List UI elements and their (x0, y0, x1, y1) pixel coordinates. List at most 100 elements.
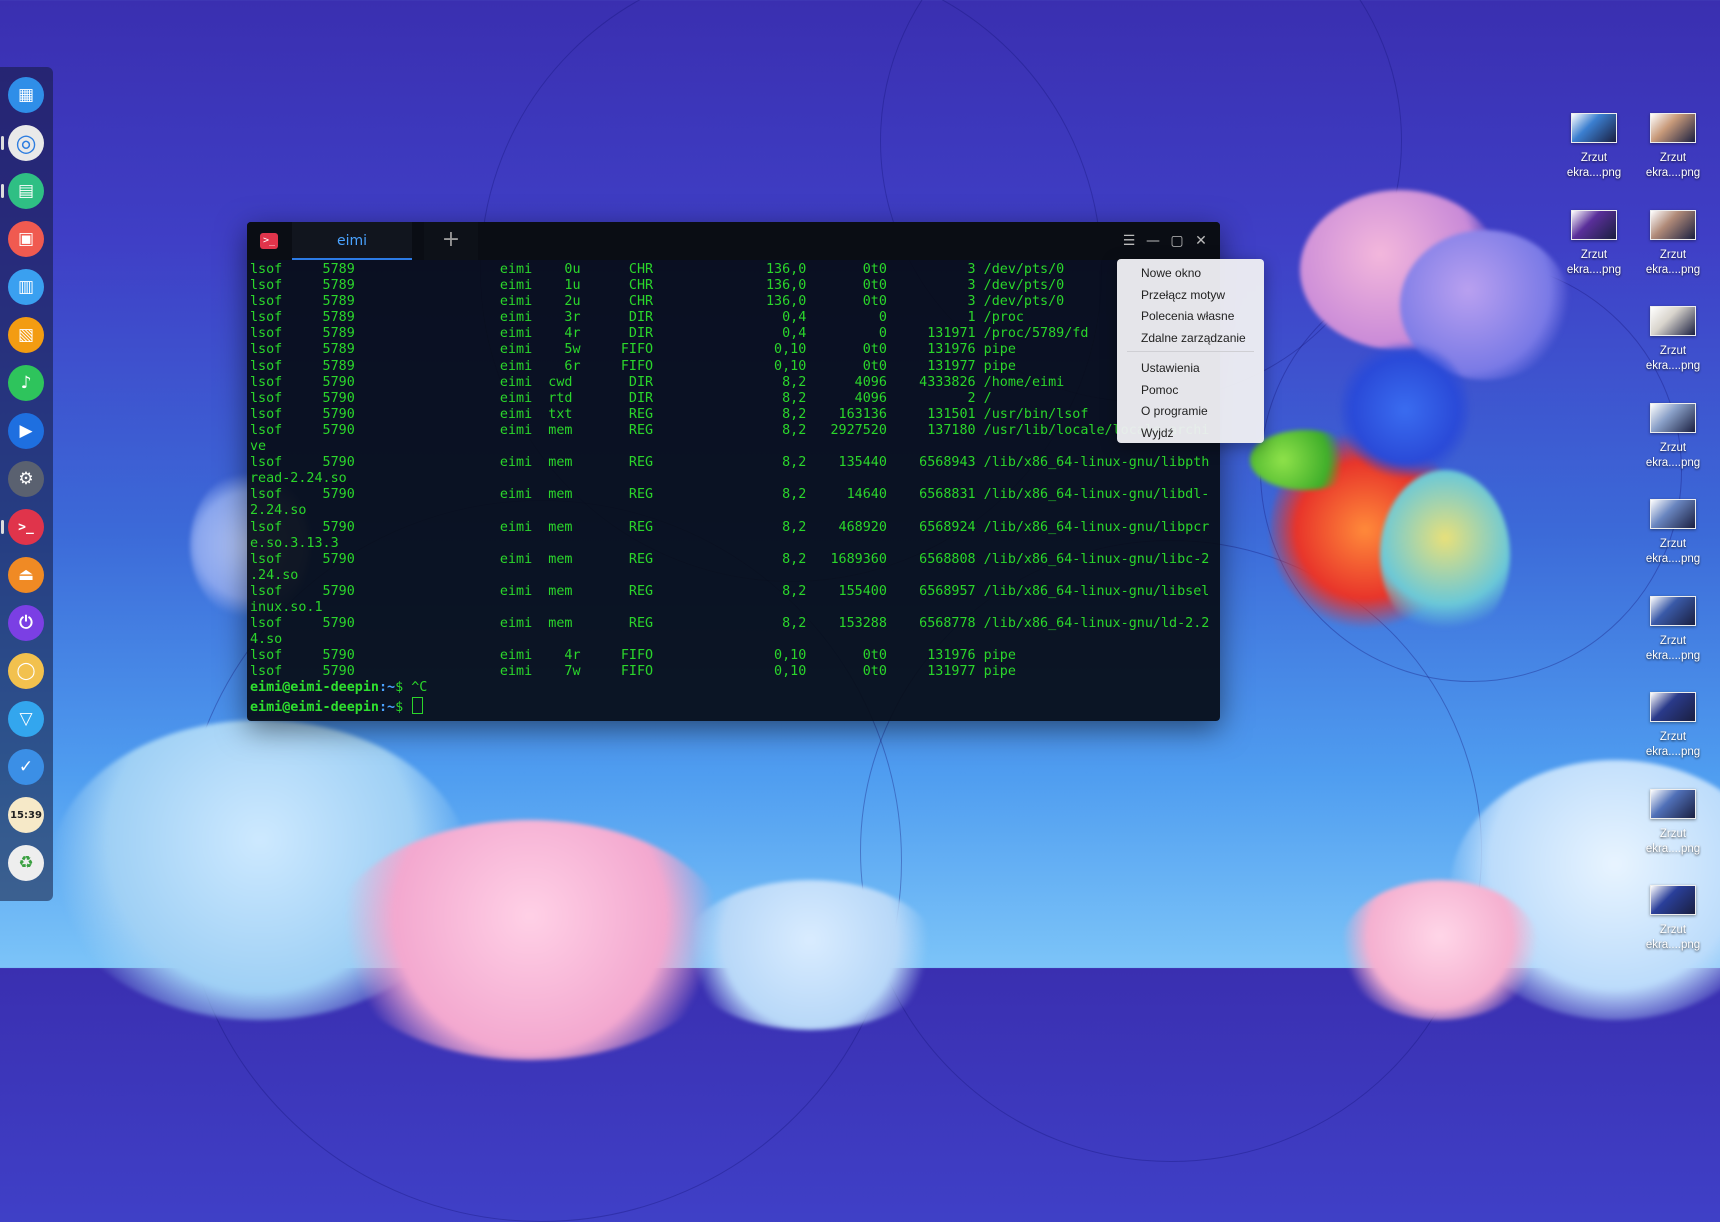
file-name-line2: ekra....png (1645, 649, 1701, 662)
desktop-file-label: Zrzut ekra....png (1633, 537, 1713, 567)
settings-icon[interactable]: ⚙ (8, 461, 44, 497)
menu-item-zdalne-zarządzanie[interactable]: Zdalne zarządzanie (1141, 328, 1246, 348)
image-thumbnail-icon (1650, 499, 1696, 529)
file-name-line1: Zrzut (1659, 924, 1687, 936)
desktop-file-icon[interactable]: Zrzut ekra....png (1633, 113, 1713, 181)
prompt-path: :~ (379, 699, 396, 715)
image-thumbnail-icon (1650, 595, 1696, 626)
terminal-line: lsof 5790 eimi mem REG 8,2 1689360 65688… (250, 551, 1210, 567)
terminal-line: lsof 5790 eimi rtd DIR 8,2 4096 2 / (250, 390, 992, 406)
menu-item-o-programie[interactable]: O programie (1141, 401, 1208, 421)
terminal-line: inux.so.1 (250, 599, 323, 615)
clock-icon[interactable]: 15:39 (8, 797, 44, 833)
music-icon[interactable]: ♪ (8, 365, 44, 401)
image-thumbnail-icon (1650, 885, 1696, 915)
menu-icon[interactable]: ☰ (1119, 231, 1139, 251)
file-name-line1: Zrzut (1659, 345, 1687, 357)
store-icon[interactable]: ▧ (8, 317, 44, 353)
terminal-line: lsof 5790 eimi txt REG 8,2 163136 131501… (250, 406, 1089, 422)
tab-eimi[interactable]: eimi (292, 222, 412, 260)
terminal-line: lsof 5790 eimi 4r FIFO 0,10 0t0 131976 p… (250, 648, 1016, 664)
terminal-titlebar[interactable]: >_ eimi + ☰ — ▢ ✕ (247, 222, 1220, 260)
menu-separator (1127, 351, 1254, 352)
screen-recorder-icon[interactable]: ▣ (8, 221, 44, 257)
desktop-file-icon[interactable]: Zrzut ekra....png (1633, 788, 1713, 857)
trash-icon[interactable]: ♻ (8, 845, 44, 881)
file-name-line2: ekra....png (1645, 456, 1701, 469)
file-name-line1: Zrzut (1659, 441, 1687, 454)
desktop-file-icon[interactable]: Zrzut ekra....png (1633, 306, 1713, 374)
terminal-line: 4.so (250, 632, 283, 648)
terminal-line: lsof 5790 eimi mem REG 8,2 468920 656892… (250, 519, 1210, 535)
prompt-input[interactable]: ^C (411, 680, 427, 695)
menu-item-ustawienia[interactable]: Ustawienia (1141, 358, 1200, 378)
app-store-icon[interactable]: ▥ (8, 269, 44, 305)
terminal-line: lsof 5789 eimi 0u CHR 136,0 0t0 3 /dev/p… (250, 262, 1065, 277)
menu-item-pomoc[interactable]: Pomoc (1141, 380, 1178, 400)
task-manager-icon[interactable]: ✓ (8, 749, 44, 785)
minimize-button[interactable]: — (1143, 231, 1163, 251)
terminal-line: lsof 5789 eimi 5w FIFO 0,10 0t0 131976 p… (250, 342, 1016, 358)
desktop-file-label: Zrzut ekra....png (1633, 923, 1713, 953)
menu-item-polecenia-własne[interactable]: Polecenia własne (1141, 306, 1234, 326)
image-thumbnail-icon (1650, 113, 1696, 143)
terminal-line: lsof 5790 eimi 7w FIFO 0,10 0t0 131977 p… (250, 664, 1016, 680)
desktop-file-icon[interactable]: Zrzut ekra....png (1633, 885, 1713, 953)
chrome-icon[interactable]: ◎ (8, 125, 44, 161)
desktop-file-label: Zrzut ekra....png (1554, 151, 1634, 181)
terminal-logo-icon: >_ (260, 233, 278, 249)
file-name-line1: Zrzut (1659, 152, 1687, 164)
desktop-file-icon[interactable]: Zrzut ekra....png (1554, 113, 1634, 181)
add-tab-button[interactable]: + (424, 222, 478, 260)
terminal-prompt: eimi@eimi-deepin:~$ (250, 696, 1215, 715)
file-name-line1: Zrzut (1659, 538, 1687, 550)
running-indicator (1, 184, 4, 198)
menu-item-wyjdź[interactable]: Wyjdź (1141, 423, 1174, 443)
launcher-icon[interactable]: ▦ (8, 77, 44, 113)
terminal-line: 2.24.so (250, 503, 307, 519)
file-name-line2: ekra....png (1645, 746, 1701, 758)
desktop-file-icon[interactable]: Zrzut ekra....png (1633, 209, 1713, 278)
menu-item-przełącz-motyw[interactable]: Przełącz motyw (1141, 285, 1225, 305)
desktop-file-label: Zrzut ekra....png (1633, 151, 1713, 181)
desktop-file-label: Zrzut ekra....png (1633, 827, 1713, 857)
file-name-line2: ekra....png (1645, 842, 1701, 855)
terminal-line: lsof 5789 eimi 4r DIR 0,4 0 131971 /proc… (250, 326, 1089, 342)
terminal-line: ve (250, 439, 267, 455)
maximize-button[interactable]: ▢ (1167, 231, 1187, 251)
prompt-user: eimi@eimi-deepin (250, 699, 379, 715)
image-thumbnail-icon (1571, 209, 1617, 240)
file-name-line2: ekra....png (1645, 263, 1701, 276)
desktop-file-icon[interactable]: Zrzut ekra....png (1633, 595, 1713, 664)
eject-icon[interactable]: ⏏ (8, 557, 44, 593)
desktop-file-label: Zrzut ekra....png (1633, 730, 1713, 760)
terminal-prompt: eimi@eimi-deepin:~$ ^C (250, 680, 1215, 696)
menu-item-nowe-okno[interactable]: Nowe okno (1141, 263, 1201, 283)
file-name-line2: ekra....png (1645, 939, 1701, 951)
terminal-line: lsof 5789 eimi 6r FIFO 0,10 0t0 131977 p… (250, 358, 1016, 374)
terminal-line: lsof 5790 eimi mem REG 8,2 155400 656895… (250, 583, 1210, 599)
terminal-window[interactable]: >_ eimi + ☰ — ▢ ✕ lsof 5789 eimi 0u CHR … (247, 222, 1220, 721)
desktop-file-label: Zrzut ekra....png (1633, 248, 1713, 278)
close-button[interactable]: ✕ (1191, 231, 1211, 251)
terminal-line: e.so.3.13.3 (250, 535, 339, 551)
running-indicator (1, 136, 4, 150)
terminal-line: lsof 5790 eimi mem REG 8,2 2927520 13718… (250, 422, 1210, 438)
terminal-output[interactable]: lsof 5789 eimi 0u CHR 136,0 0t0 3 /dev/p… (250, 262, 1215, 717)
image-thumbnail-icon (1650, 209, 1696, 240)
terminal-context-menu: Nowe okno Przełącz motyw Polecenia własne Z… (1117, 259, 1264, 443)
desktop-file-icon[interactable]: Zrzut ekra....png (1554, 209, 1634, 278)
desktop-file-icon[interactable]: Zrzut ekra....png (1633, 402, 1713, 471)
image-thumbnail-icon (1571, 113, 1617, 143)
terminal-icon[interactable]: >_ (8, 509, 44, 545)
deepin-icon[interactable]: ◯ (8, 653, 44, 689)
deepin-files-icon[interactable]: ▤ (8, 173, 44, 209)
prompt-symbol: $ (395, 699, 412, 715)
movie-icon[interactable]: ▶ (8, 413, 44, 449)
desktop-file-icon[interactable]: Zrzut ekra....png (1633, 499, 1713, 567)
desktop-file-icon[interactable]: Zrzut ekra....png (1633, 692, 1713, 760)
power-icon[interactable]: ⏻ (8, 605, 44, 641)
file-name-line1: Zrzut (1659, 827, 1687, 840)
wifi-icon[interactable]: ▽ (8, 701, 44, 737)
prompt-path: :~ (379, 680, 396, 696)
